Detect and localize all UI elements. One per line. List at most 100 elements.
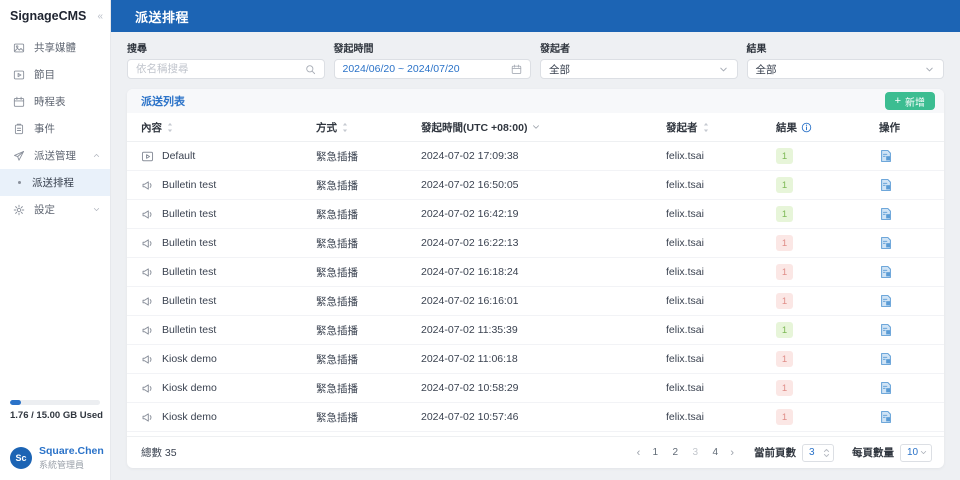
initiator-select[interactable]: 全部 — [540, 59, 738, 79]
result-value: 全部 — [755, 63, 777, 76]
content-cell: Bulletin test — [141, 324, 316, 337]
report-icon[interactable] — [879, 207, 893, 221]
initiator-cell: felix.tsai — [666, 266, 704, 278]
time-cell: 2024-07-02 16:18:24 — [421, 266, 519, 278]
result-badge[interactable]: 1 — [776, 293, 793, 309]
report-icon[interactable] — [879, 381, 893, 395]
report-icon[interactable] — [879, 410, 893, 424]
sort-icon[interactable] — [166, 121, 174, 134]
filter-search: 搜尋 — [127, 40, 325, 79]
table-footer: 總數 35 ‹ 1 2 3 4 › 當前頁數 3 每頁數量 10 — [127, 436, 944, 468]
add-button[interactable]: + 新增 — [884, 92, 935, 110]
info-icon[interactable] — [801, 122, 812, 133]
table-row: Kiosk demo 緊急插播 2024-07-02 10:58:29 felix.t… — [127, 374, 944, 403]
time-cell: 2024-07-02 16:50:05 — [421, 179, 519, 191]
method-cell: 緊急插播 — [316, 295, 358, 308]
table-row: Bulletin test 緊急插播 2024-07-02 16:22:13 feli… — [127, 229, 944, 258]
date-range-picker[interactable]: 2024/06/20 ~ 2024/07/20 — [333, 59, 531, 79]
page-button-2[interactable]: 2 — [668, 447, 682, 458]
sidebar-item-dispatch-management[interactable]: 派送管理 — [0, 142, 110, 169]
result-badge[interactable]: 1 — [776, 351, 793, 367]
column-header[interactable]: 發起時間(UTC +08:00) — [421, 120, 666, 135]
result-cell: 1 — [776, 293, 879, 309]
result-cell: 1 — [776, 380, 879, 396]
content-cell: Bulletin test — [141, 295, 316, 308]
action-cell — [879, 178, 944, 192]
result-badge[interactable]: 1 — [776, 322, 793, 338]
page-title: 派送排程 — [135, 9, 190, 25]
report-icon[interactable] — [879, 323, 893, 337]
result-badge[interactable]: 1 — [776, 264, 793, 280]
action-cell — [879, 207, 944, 221]
program-icon — [13, 69, 25, 81]
main-area: 派送排程 搜尋 發起時間 2024/06/20 ~ 2024/07/20 — [111, 0, 960, 480]
avatar: Sc — [10, 447, 32, 469]
current-page-input[interactable]: 3 — [802, 443, 834, 462]
result-badge[interactable]: 1 — [776, 235, 793, 251]
search-label: 搜尋 — [127, 44, 147, 55]
megaphone-icon — [141, 295, 154, 308]
search-input[interactable] — [136, 63, 305, 75]
column-header[interactable]: 方式 — [316, 120, 421, 135]
sidebar-item-dispatch-schedule[interactable]: 派送排程 — [0, 169, 110, 196]
method-cell: 緊急插播 — [316, 382, 358, 395]
result-badge[interactable]: 1 — [776, 177, 793, 193]
report-icon[interactable] — [879, 178, 893, 192]
sidebar-item-label: 設定 — [34, 204, 55, 216]
megaphone-icon — [141, 208, 154, 221]
column-header[interactable]: 發起者 — [666, 120, 776, 135]
sidebar-item-schedules[interactable]: 時程表 — [0, 88, 110, 115]
column-header[interactable]: 結果 — [776, 120, 879, 135]
content-cell: Default — [141, 150, 316, 163]
initiator-cell: felix.tsai — [666, 295, 704, 307]
report-icon[interactable] — [879, 294, 893, 308]
page-button-3[interactable]: 3 — [688, 447, 702, 458]
result-badge[interactable]: 1 — [776, 206, 793, 222]
prev-page-arrow[interactable]: ‹ — [635, 447, 643, 459]
sidebar-item-programs[interactable]: 節目 — [0, 61, 110, 88]
result-badge[interactable]: 1 — [776, 380, 793, 396]
report-icon[interactable] — [879, 352, 893, 366]
sort-icon[interactable] — [702, 121, 710, 134]
content-cell: Kiosk demo — [141, 411, 316, 424]
column-label: 發起時間(UTC +08:00) — [421, 121, 528, 134]
app-root: SignageCMS « 共享媒體 節目 時程表 事件 派送管理 派送排程 設定 1.76 … — [0, 0, 960, 480]
method-cell: 緊急插播 — [316, 237, 358, 250]
table-row: Bulletin test 緊急插播 2024-07-02 16:42:19 feli… — [127, 200, 944, 229]
content-cell: Kiosk demo — [141, 353, 316, 366]
column-header[interactable]: 內容 — [141, 120, 316, 135]
sort-icon[interactable] — [341, 121, 349, 134]
sidebar-item-shared-media[interactable]: 共享媒體 — [0, 34, 110, 61]
next-page-arrow[interactable]: › — [728, 447, 736, 459]
chevron-up-icon — [92, 151, 101, 160]
sidebar-collapse-icon[interactable]: « — [97, 11, 103, 22]
page-button-4[interactable]: 4 — [708, 447, 722, 458]
sidebar-item-events[interactable]: 事件 — [0, 115, 110, 142]
result-badge[interactable]: 1 — [776, 148, 793, 164]
content-name: Bulletin test — [162, 179, 217, 191]
report-icon[interactable] — [879, 265, 893, 279]
report-icon[interactable] — [879, 236, 893, 250]
result-badge[interactable]: 1 — [776, 409, 793, 425]
column-label: 結果 — [776, 121, 797, 134]
user-profile[interactable]: Sc Square.Chen 系統管理員 — [10, 445, 104, 471]
megaphone-icon — [141, 353, 154, 366]
content-name: Kiosk demo — [162, 382, 217, 394]
method-cell: 緊急插播 — [316, 411, 358, 424]
page-button-1[interactable]: 1 — [648, 447, 662, 458]
initiator-cell: felix.tsai — [666, 411, 704, 423]
page-size-select[interactable]: 10 — [900, 443, 932, 462]
stepper-icon[interactable] — [823, 448, 830, 458]
action-cell — [879, 410, 944, 424]
search-icon[interactable] — [305, 64, 316, 75]
sidebar-item-settings[interactable]: 設定 — [0, 196, 110, 223]
report-icon[interactable] — [879, 149, 893, 163]
sidebar-header: SignageCMS « — [0, 0, 110, 29]
app-title: SignageCMS — [10, 9, 87, 23]
result-select[interactable]: 全部 — [746, 59, 944, 79]
filter-time: 發起時間 2024/06/20 ~ 2024/07/20 — [333, 40, 531, 79]
sidebar-item-label: 事件 — [34, 123, 55, 135]
event-icon — [13, 123, 25, 135]
content-cell: Bulletin test — [141, 208, 316, 221]
sort-icon[interactable] — [531, 122, 541, 132]
